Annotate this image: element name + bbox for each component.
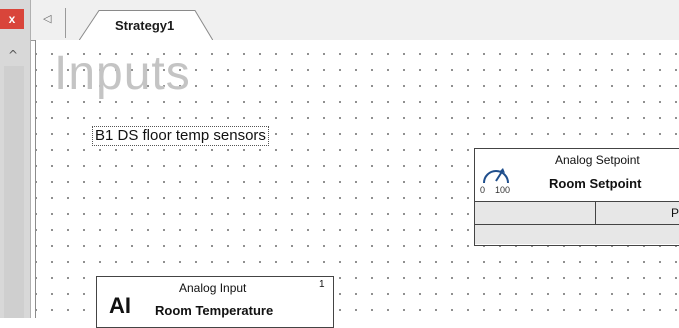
block-name: Room Setpoint [549, 176, 642, 191]
block-abbreviation: AI [109, 293, 131, 318]
tab-separator [65, 8, 66, 38]
analog-setpoint-block[interactable]: 0 100 Analog Setpoint Room Setpoint Poin [474, 148, 679, 246]
strategy-canvas[interactable]: Inputs B1 DS floor temp sensors 0 100 An… [35, 40, 679, 328]
close-icon[interactable]: x [0, 9, 24, 29]
cell-divider [595, 202, 596, 224]
left-panel: x ^ [0, 0, 31, 318]
tab-bar: ◁ Strategy1 [31, 0, 679, 41]
tab-label: Strategy1 [115, 18, 175, 33]
block-name: Room Temperature [155, 303, 274, 318]
block-header: 0 100 Analog Setpoint Room Setpoint [475, 149, 679, 202]
block-cell-text: Poin [671, 206, 679, 220]
gauge-max-label: 100 [495, 185, 511, 195]
page-title: Inputs [54, 47, 191, 100]
gauge-min-label: 0 [480, 185, 486, 195]
text-annotation[interactable]: B1 DS floor temp sensors [92, 126, 269, 146]
scroll-up-icon[interactable]: ^ [6, 48, 20, 62]
analog-input-block[interactable]: AI Analog Input 1 Room Temperature [96, 276, 334, 328]
scrollbar-track[interactable] [4, 66, 24, 318]
block-type-label: Analog Input [179, 281, 247, 295]
block-index: 1 [319, 279, 325, 290]
block-property-row[interactable]: Poin [475, 202, 679, 225]
tab-strategy1[interactable]: Strategy1 [79, 10, 213, 41]
block-type-label: Analog Setpoint [555, 153, 640, 167]
block-property-row[interactable] [475, 225, 679, 244]
tab-scroll-left-icon[interactable]: ◁ [43, 12, 55, 26]
gauge-icon [483, 168, 509, 184]
